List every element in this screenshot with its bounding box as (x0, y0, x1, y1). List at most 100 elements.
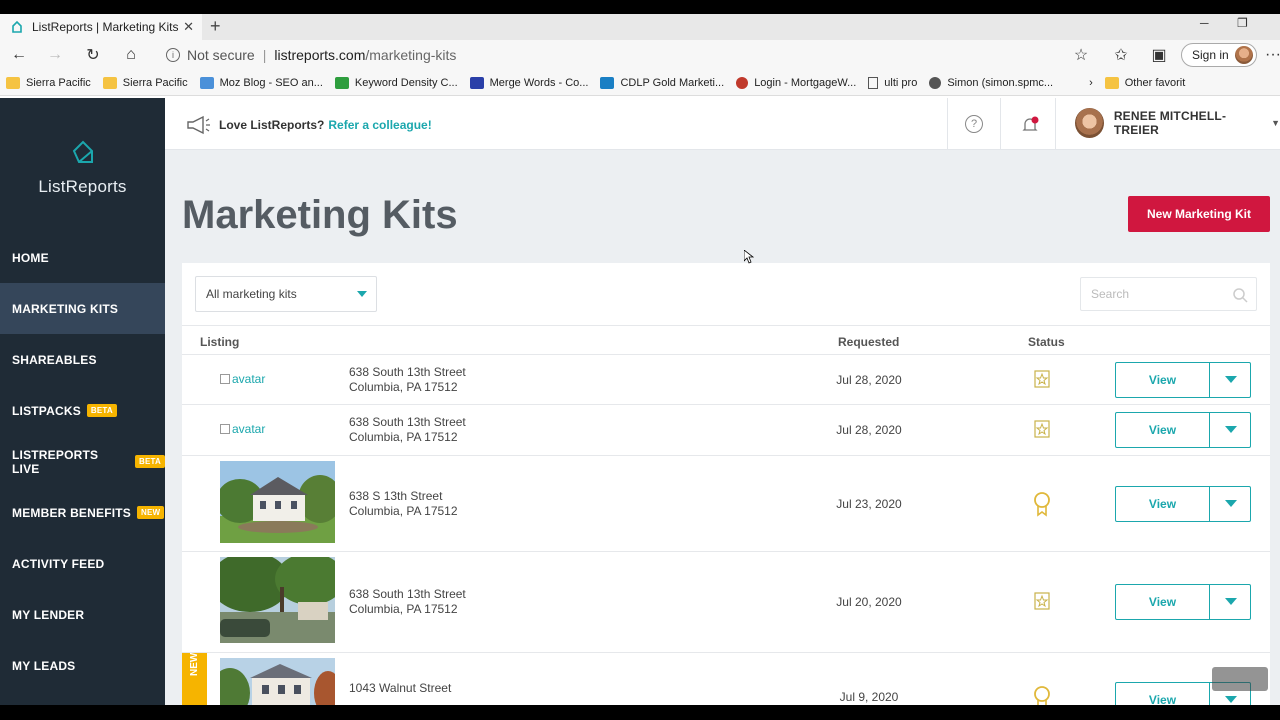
header-divider (947, 98, 948, 150)
view-options-dropdown[interactable] (1211, 413, 1251, 447)
user-menu[interactable]: RENEE MITCHELL-TREIER ▼ (1075, 108, 1280, 138)
sidebar-item-listpacks[interactable]: LISTPACKS BETA (0, 385, 165, 436)
header-divider (1000, 98, 1001, 150)
search-placeholder: Search (1091, 287, 1130, 301)
favorites-list-icon[interactable]: ✩ (1110, 44, 1132, 66)
notification-bell-icon[interactable] (1020, 115, 1040, 135)
sidebar-item-marketing-kits[interactable]: MARKETING KITS (0, 283, 165, 334)
reload-icon[interactable]: ↻ (82, 44, 104, 66)
nav-label: LISTPACKS (12, 403, 81, 418)
table-row[interactable]: avatar 638 South 13th Street Columbia, PA… (182, 405, 1270, 456)
bookmark-item[interactable]: ulti pro (868, 76, 918, 89)
browser-toolbar: ← → ↻ ⌂ i Not secure | listreports.com/m… (0, 40, 1280, 70)
marketing-kits-table-card: All marketing kits Search Listing Reques… (182, 263, 1270, 718)
bookmark-item[interactable]: Sierra Pacific (102, 76, 188, 89)
forward-icon[interactable]: → (44, 44, 66, 66)
sidebar-item-member-benefits[interactable]: MEMBER BENEFITS NEW (0, 487, 165, 538)
new-tab-button[interactable]: + (210, 16, 221, 37)
listing-address: 638 South 13th Street Columbia, PA 17512 (349, 365, 466, 395)
app: ListReports HOME MARKETING KITS SHAREABL… (0, 98, 1280, 718)
video-player-controls[interactable] (1212, 667, 1268, 691)
caret-down-icon: ▼ (1271, 118, 1280, 128)
address-line1: 1043 Walnut Street (349, 681, 452, 695)
user-name: RENEE MITCHELL-TREIER (1113, 109, 1227, 137)
tab-title: ListReports | Marketing Kits (32, 20, 179, 34)
beta-badge: BETA (135, 455, 165, 468)
view-options-dropdown[interactable] (1211, 585, 1251, 619)
star-badge-icon (1034, 420, 1050, 438)
sidebar-item-my-lender[interactable]: MY LENDER (0, 589, 165, 640)
address-line1: 638 South 13th Street (349, 365, 466, 379)
view-button[interactable]: View (1116, 413, 1210, 447)
view-button[interactable]: View (1116, 585, 1210, 619)
folder-icon (1104, 76, 1119, 89)
bookmark-item[interactable]: Login - MortgageW... (736, 76, 856, 89)
power-icon (736, 76, 749, 89)
chevron-down-icon (1225, 376, 1237, 383)
maximize-icon[interactable]: ❐ (1237, 16, 1248, 30)
sidebar-item-activity-feed[interactable]: ACTIVITY FEED (0, 538, 165, 589)
address-line2: Columbia, PA 17512 (349, 504, 458, 518)
close-tab-icon[interactable]: ✕ (183, 19, 194, 35)
refer-colleague-link[interactable]: Refer a colleague! (328, 118, 431, 132)
sidebar-item-listreports-live[interactable]: LISTREPORTS LIVE BETA (0, 436, 165, 487)
browser-tab[interactable]: ListReports | Marketing Kits ✕ (0, 14, 202, 40)
bookmark-item[interactable]: Keyword Density C... (334, 76, 458, 89)
listing-photo (220, 461, 335, 543)
home-icon[interactable]: ⌂ (120, 44, 142, 66)
listing-address: 1043 Walnut Street (349, 681, 451, 696)
nav-label: MY LEADS (12, 658, 76, 673)
page-title: Marketing Kits (182, 193, 458, 237)
other-favorites[interactable]: Other favorit (1104, 76, 1185, 89)
profile-avatar (1235, 46, 1253, 64)
info-icon[interactable]: i (166, 48, 180, 62)
sidebar-item-home[interactable]: HOME (0, 232, 165, 283)
view-button[interactable]: View (1116, 363, 1210, 397)
search-input[interactable]: Search (1080, 277, 1257, 311)
help-icon[interactable]: ? (965, 115, 983, 133)
filter-dropdown[interactable]: All marketing kits (195, 276, 377, 312)
table-row[interactable]: 638 South 13th Street Columbia, PA 17512 … (182, 552, 1270, 653)
table-row[interactable]: avatar 638 South 13th Street Columbia, PA… (182, 355, 1270, 405)
bookmark-item[interactable]: CDLP Gold Marketi... (600, 76, 724, 89)
bookmarks-chevron-icon[interactable]: › (1089, 77, 1093, 89)
page-icon (868, 76, 879, 89)
requested-date: Jul 9, 2020 (839, 690, 899, 704)
cdlp-icon (600, 76, 615, 89)
nav-label: ACTIVITY FEED (12, 556, 105, 571)
screen: ListReports | Marketing Kits ✕ + ─ ❐ ← →… (0, 0, 1280, 720)
bookmark-label: ulti pro (884, 76, 918, 89)
brand-name: ListReports (38, 177, 127, 196)
table-row[interactable]: NEW 1043 Walnut Street Jul 9, 2020 View (182, 653, 1270, 718)
view-button[interactable]: View (1116, 487, 1210, 521)
nav-label: MARKETING KITS (12, 301, 119, 316)
requested-date: Jul 28, 2020 (836, 423, 902, 437)
collections-icon[interactable]: ▣ (1148, 44, 1170, 66)
table-header: Listing Requested Status (182, 325, 1270, 355)
address-bar[interactable]: i Not secure | listreports.com/marketing… (160, 42, 1100, 68)
bookmark-item[interactable]: Simon (simon.spmc... (929, 76, 1053, 89)
top-header: Love ListReports? Refer a colleague! ? R… (165, 98, 1280, 150)
view-options-dropdown[interactable] (1211, 487, 1251, 521)
more-menu-icon[interactable]: ··· (1262, 44, 1280, 66)
requested-date: Jul 20, 2020 (836, 595, 902, 609)
search-icon (1233, 288, 1248, 303)
bookmark-item[interactable]: Sierra Pacific (6, 76, 91, 89)
sidebar-item-my-leads[interactable]: MY LEADS (0, 640, 165, 691)
view-options-dropdown[interactable] (1211, 363, 1251, 397)
bookmark-label: Sierra Pacific (26, 76, 91, 89)
bookmark-item[interactable]: Merge Words - Co... (469, 76, 588, 89)
minimize-icon[interactable]: ─ (1200, 16, 1209, 30)
listreports-logo-icon (72, 140, 93, 163)
brand[interactable]: ListReports (0, 138, 165, 197)
view-button-group: View (1115, 412, 1251, 448)
sign-in-button[interactable]: Sign in (1181, 43, 1257, 67)
nav-label: SHAREABLES (12, 352, 97, 367)
back-icon[interactable]: ← (8, 44, 30, 66)
top-letterbox (0, 0, 1280, 14)
sidebar-item-shareables[interactable]: SHAREABLES (0, 334, 165, 385)
table-row[interactable]: 638 S 13th Street Columbia, PA 17512 Jul … (182, 456, 1270, 552)
new-marketing-kit-button[interactable]: New Marketing Kit (1128, 196, 1270, 232)
favorite-star-icon[interactable]: ☆ (1070, 44, 1092, 66)
bookmark-item[interactable]: Moz Blog - SEO an... (199, 76, 323, 89)
